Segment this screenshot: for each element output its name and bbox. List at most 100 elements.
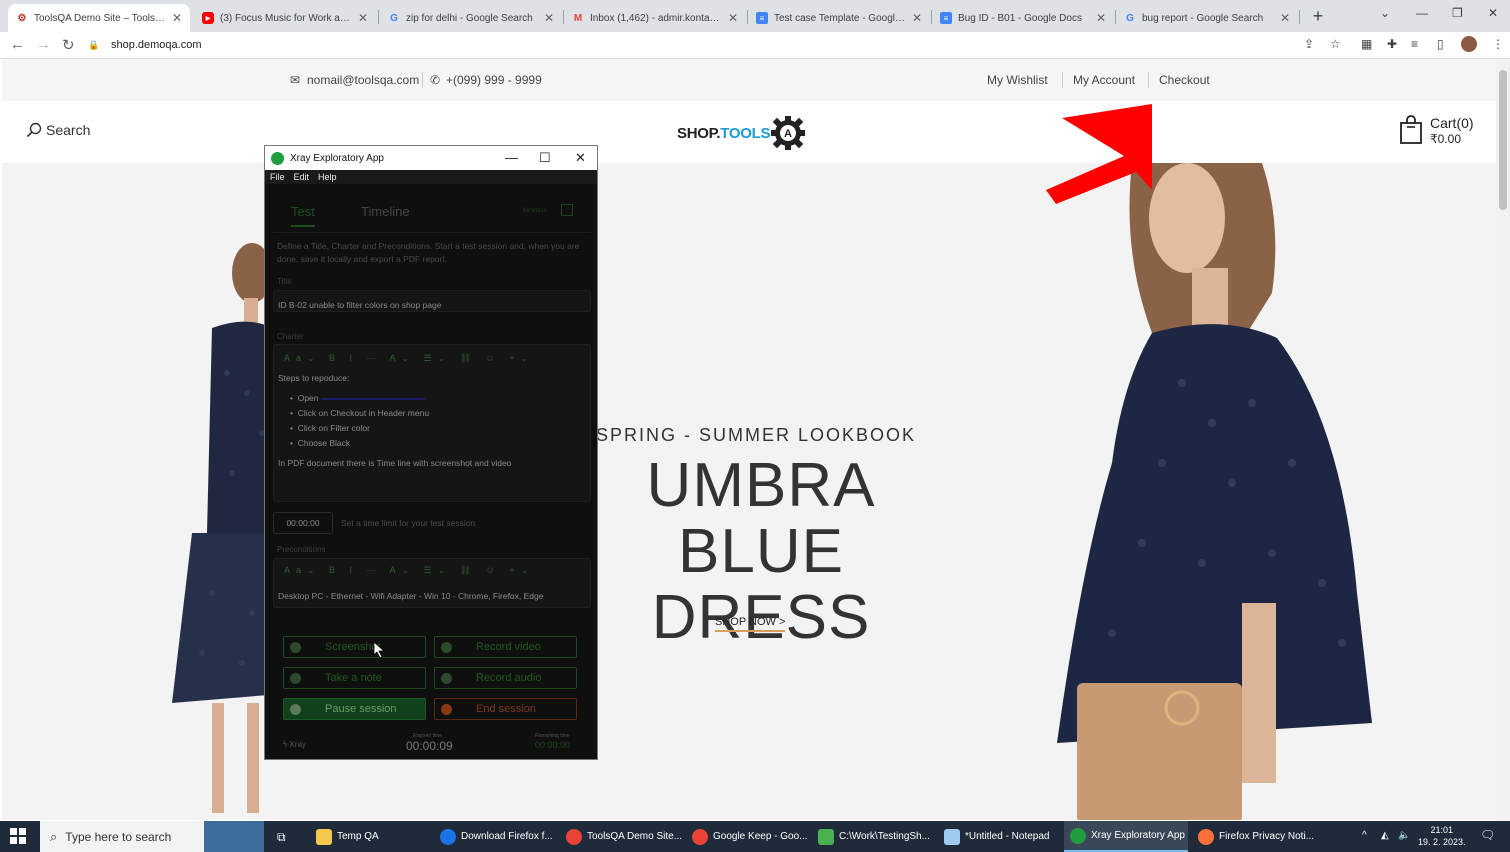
new-tab-button[interactable]: + bbox=[1308, 6, 1328, 26]
contact-phone[interactable]: +(099) 999 - 9999 bbox=[446, 73, 542, 87]
network-icon[interactable]: ◭ bbox=[1381, 830, 1389, 841]
hero-banner: SPRING - SUMMER LOOKBOOK UMBRA BLUE DRES… bbox=[2, 163, 1496, 820]
close-tab-icon[interactable]: ✕ bbox=[912, 11, 922, 25]
notifications-icon[interactable]: 🗨 bbox=[1480, 828, 1495, 842]
forward-arrow-icon[interactable]: → bbox=[36, 36, 51, 53]
taskbar-search-box[interactable]: ⌕ Type here to search bbox=[40, 821, 264, 852]
close-tab-icon[interactable]: ✕ bbox=[172, 11, 182, 25]
restore-window-button[interactable]: ❐ bbox=[1452, 6, 1463, 20]
title-input[interactable]: ID B-02 unable to filter colors on shop … bbox=[273, 290, 591, 312]
close-tab-icon[interactable]: ✕ bbox=[358, 11, 368, 25]
gear-icon: ⚙ bbox=[17, 12, 27, 24]
menu-help[interactable]: Help bbox=[318, 172, 337, 182]
tab-test-case-template[interactable]: ≡ Test case Template - Google Do ✕ bbox=[748, 4, 930, 32]
bookmark-star-icon[interactable]: ☆ bbox=[1330, 37, 1341, 51]
cart-label[interactable]: Cart(0) bbox=[1430, 116, 1474, 131]
charter-editor[interactable]: Aa⌄ B I ⋯ A⌄ ☰⌄ ⛓ ☺ +⌄ Steps to repoduce… bbox=[273, 344, 591, 502]
cart-bag-icon[interactable] bbox=[1399, 115, 1423, 145]
share-icon[interactable]: ⇪ bbox=[1304, 37, 1314, 51]
side-panel-icon[interactable]: ▯ bbox=[1437, 37, 1444, 51]
cart-amount: ₹0.00 bbox=[1430, 132, 1461, 146]
take-note-button[interactable]: Take a note bbox=[283, 667, 426, 689]
tab-youtube[interactable]: ▶ (3) Focus Music for Work and St ✕ bbox=[194, 4, 376, 32]
phone-icon: ✆ bbox=[430, 73, 441, 87]
profile-avatar[interactable] bbox=[1461, 36, 1477, 52]
tab-toolsqa[interactable]: ⚙ ToolsQA Demo Site – ToolsQA – ✕ bbox=[8, 4, 190, 32]
close-tab-icon[interactable]: ✕ bbox=[1096, 11, 1106, 25]
shop-now-link[interactable]: SHOP NOW > bbox=[715, 616, 786, 632]
tab-bug-id[interactable]: ≡ Bug ID - B01 - Google Docs ✕ bbox=[932, 4, 1114, 32]
taskbar-item-edge[interactable]: Download Firefox f... bbox=[434, 821, 558, 852]
menu-file[interactable]: File bbox=[270, 172, 285, 182]
xray-minimize-button[interactable]: — bbox=[505, 150, 518, 165]
task-view-icon[interactable]: ⧉ bbox=[277, 830, 286, 845]
taskbar-item-temp-qa[interactable]: Temp QA bbox=[308, 821, 428, 852]
remaining-label: Remaining time bbox=[535, 733, 570, 739]
logo-tools-text: TOOLS bbox=[720, 124, 771, 142]
tab-search-chevron-icon[interactable]: ⌄ bbox=[1380, 6, 1390, 20]
pause-session-button[interactable]: Pause session bbox=[283, 698, 426, 720]
camera-icon bbox=[290, 641, 301, 653]
browser-menu-icon[interactable]: ⋮ bbox=[1492, 37, 1504, 51]
redacted-link[interactable] bbox=[320, 397, 425, 400]
video-icon bbox=[441, 641, 452, 653]
search-icon[interactable] bbox=[26, 122, 42, 138]
taskbar-item-firefox[interactable]: Firefox Privacy Noti... bbox=[1192, 821, 1316, 852]
taskbar-item-chrome-keep[interactable]: Google Keep - Goo... bbox=[686, 821, 810, 852]
charter-step: • Choose Black bbox=[290, 438, 351, 448]
preconditions-editor[interactable]: Aa⌄ B I ⋯ A⌄ ☰⌄ ⛓ ☺ +⌄ Desktop PC - Ethe… bbox=[273, 558, 591, 608]
docs-icon: ≡ bbox=[940, 12, 952, 24]
tab-google-zip[interactable]: G zip for delhi - Google Search ✕ bbox=[380, 4, 562, 32]
volume-icon[interactable]: 🔈 bbox=[1398, 830, 1410, 841]
tab-gmail[interactable]: M Inbox (1,462) - admir.kontakt@g ✕ bbox=[564, 4, 746, 32]
puzzle-extensions-icon[interactable]: ✚ bbox=[1387, 37, 1397, 51]
link-my-account[interactable]: My Account bbox=[1073, 73, 1135, 87]
search-label[interactable]: Search bbox=[46, 122, 90, 138]
page-scrollbar-thumb[interactable] bbox=[1499, 70, 1507, 210]
time-limit-input[interactable]: 00:00:00 bbox=[273, 512, 333, 534]
taskbar-item-xray[interactable]: Xray Exploratory App bbox=[1064, 821, 1188, 852]
link-checkout[interactable]: Checkout bbox=[1159, 73, 1210, 87]
back-arrow-icon[interactable]: ← bbox=[10, 36, 25, 53]
link-my-wishlist[interactable]: My Wishlist bbox=[987, 73, 1048, 87]
reading-list-icon[interactable]: ≡ bbox=[1411, 37, 1418, 51]
minimize-window-button[interactable]: — bbox=[1416, 6, 1428, 20]
preconditions-toolbar[interactable]: Aa⌄ B I ⋯ A⌄ ☰⌄ ⛓ ☺ +⌄ bbox=[284, 565, 534, 576]
browser-tab-strip: ⚙ ToolsQA Demo Site – ToolsQA – ✕ ▶ (3) … bbox=[0, 0, 1510, 32]
taskbar-item-chrome-toolsqa[interactable]: ToolsQA Demo Site... bbox=[560, 821, 684, 852]
charter-step: • Click on Checkout in Header menu bbox=[290, 408, 430, 418]
address-bar[interactable]: 🔒 shop.demoqa.com bbox=[88, 35, 1358, 55]
logo-shop-text: SHOP. bbox=[677, 124, 721, 142]
extension-icon[interactable]: ▦ bbox=[1361, 37, 1372, 51]
tray-chevron-up-icon[interactable]: ^ bbox=[1362, 830, 1367, 841]
site-logo[interactable]: SHOP. TOOLS A bbox=[677, 115, 806, 151]
taskbar-clock[interactable]: 21:01 19. 2. 2023. bbox=[1418, 824, 1466, 848]
remaining-value: 00:00:00 bbox=[535, 740, 571, 750]
xray-title-bar[interactable]: Xray Exploratory App — ☐ ✕ bbox=[265, 146, 597, 170]
record-video-button[interactable]: Record video bbox=[434, 636, 577, 658]
charter-toolbar[interactable]: Aa⌄ B I ⋯ A⌄ ☰⌄ ⛓ ☺ +⌄ bbox=[284, 353, 534, 364]
menu-edit[interactable]: Edit bbox=[294, 172, 310, 182]
end-session-button[interactable]: End session bbox=[434, 698, 577, 720]
docs-icon: ≡ bbox=[756, 12, 768, 24]
taskbar-item-explorer[interactable]: C:\Work\TestingSh... bbox=[812, 821, 936, 852]
taskbar-item-notepad[interactable]: *Untitled - Notepad bbox=[938, 821, 1062, 852]
xray-close-button[interactable]: ✕ bbox=[575, 150, 586, 166]
close-tab-icon[interactable]: ✕ bbox=[544, 11, 554, 25]
logo-gear-icon: A bbox=[771, 116, 806, 150]
contact-email[interactable]: nomail@toolsqa.com bbox=[307, 73, 419, 87]
record-audio-button[interactable]: Record audio bbox=[434, 667, 577, 689]
tab-test[interactable]: Test bbox=[291, 204, 315, 227]
minimize-label[interactable]: Minimize bbox=[523, 208, 547, 214]
mail-icon: ✉ bbox=[290, 73, 301, 87]
reload-icon[interactable]: ↻ bbox=[62, 36, 75, 54]
tab-timeline[interactable]: Timeline bbox=[361, 204, 410, 219]
tab-bug-report[interactable]: G bug report - Google Search ✕ bbox=[1116, 4, 1298, 32]
close-window-button[interactable]: ✕ bbox=[1488, 6, 1498, 20]
xray-maximize-button[interactable]: ☐ bbox=[539, 150, 551, 166]
close-tab-icon[interactable]: ✕ bbox=[728, 11, 738, 25]
close-tab-icon[interactable]: ✕ bbox=[1280, 11, 1290, 25]
windows-start-icon[interactable] bbox=[10, 828, 26, 844]
minimize-view-icon[interactable] bbox=[561, 204, 573, 216]
screenshot-button[interactable]: Screenshot bbox=[283, 636, 426, 658]
